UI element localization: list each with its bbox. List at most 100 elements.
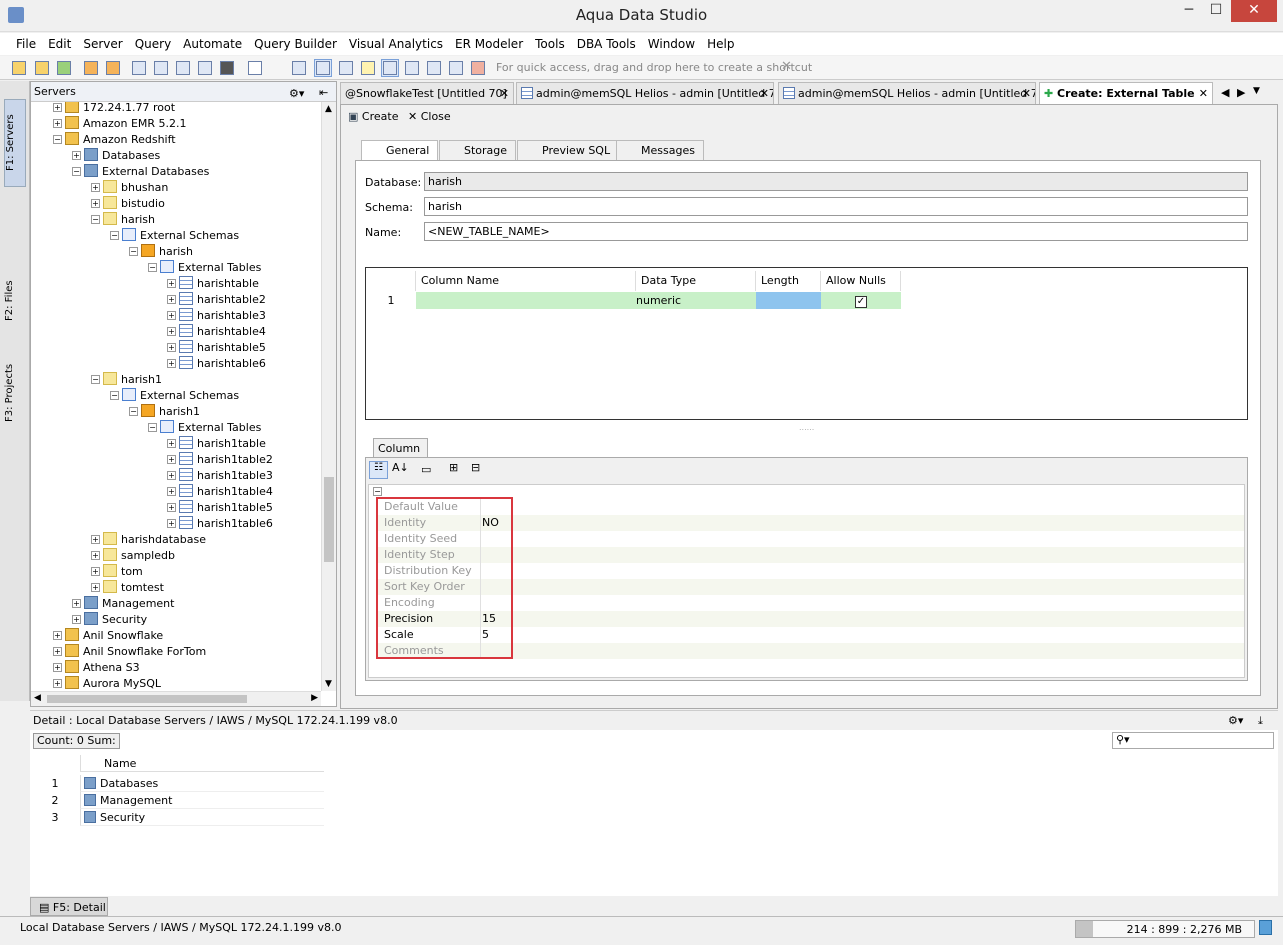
subtab-preview-sql[interactable]: Preview SQL xyxy=(517,140,620,160)
tab-list-icon[interactable]: ▼ xyxy=(1253,86,1260,96)
collapse-icon[interactable]: ⇤ xyxy=(319,83,328,103)
close-tab-icon[interactable]: ✕ xyxy=(1199,83,1208,104)
tree-node[interactable]: + Amazon EMR 5.2.1 xyxy=(53,116,187,132)
collapse-icon[interactable]: − xyxy=(129,407,138,416)
tree-node[interactable]: − Amazon Redshift xyxy=(53,132,176,148)
detail-row[interactable]: Security xyxy=(80,809,324,826)
expand-icon[interactable]: + xyxy=(167,503,176,512)
tab-prev-icon[interactable]: ◀ xyxy=(1221,86,1229,99)
search-icon[interactable] xyxy=(130,59,148,77)
menu-query-builder[interactable]: Query Builder xyxy=(248,33,343,55)
tree-node[interactable]: − External Databases xyxy=(72,164,209,180)
expand-icon[interactable]: + xyxy=(167,487,176,496)
tree-node[interactable]: + Aurora MySQL xyxy=(53,676,161,690)
tree-node[interactable]: + sampledb xyxy=(91,548,175,564)
collapse-icon[interactable]: − xyxy=(129,247,138,256)
tree-node[interactable]: + harishtable xyxy=(167,276,259,292)
expand-icon[interactable]: + xyxy=(91,199,100,208)
gear-icon[interactable]: ⚙▾ xyxy=(1228,711,1243,731)
tree-node[interactable]: + harishtable4 xyxy=(167,324,266,340)
tab-memsql-71[interactable]: admin@memSQL Helios - admin [Untitled 71… xyxy=(516,82,774,104)
register-server-icon[interactable] xyxy=(33,59,51,77)
tab-projects[interactable]: F3: Projects xyxy=(4,353,26,433)
expand-icon[interactable]: + xyxy=(91,535,100,544)
tab-detail[interactable]: ▤ F5: Detail xyxy=(30,897,108,916)
menu-automate[interactable]: Automate xyxy=(177,33,248,55)
cascade-icon[interactable] xyxy=(359,59,377,77)
tree-node[interactable]: +172.24.1.77 root xyxy=(53,102,175,116)
expand-icon[interactable]: + xyxy=(167,279,176,288)
close-tab-icon[interactable]: ✕ xyxy=(1022,83,1031,104)
expand-icon[interactable]: + xyxy=(167,359,176,368)
schema-field[interactable]: harish xyxy=(424,197,1248,216)
sort-az-icon[interactable]: A↓ xyxy=(392,461,409,474)
collapse-icon[interactable]: − xyxy=(53,135,62,144)
expand-icon[interactable]: + xyxy=(167,311,176,320)
expand-icon[interactable]: + xyxy=(167,519,176,528)
maximize-button[interactable]: ☐ xyxy=(1203,0,1229,22)
expand-icon[interactable]: + xyxy=(53,663,62,672)
menu-edit[interactable]: Edit xyxy=(42,33,77,55)
collapse-icon[interactable]: − xyxy=(110,231,119,240)
expand-all-icon[interactable]: ⊞ xyxy=(449,461,458,474)
name-field[interactable]: <NEW_TABLE_NAME> xyxy=(424,222,1248,241)
expand-icon[interactable]: + xyxy=(72,615,81,624)
tree-node[interactable]: − External Tables xyxy=(148,420,261,436)
collapse-icon[interactable]: − xyxy=(148,423,157,432)
tree-node[interactable]: − harish1 xyxy=(129,404,200,420)
grid-header-column-name[interactable]: Column Name xyxy=(416,271,636,291)
tree-node[interactable]: + bhushan xyxy=(91,180,168,196)
close-button[interactable]: ✕ Close xyxy=(408,110,451,123)
collapse-icon[interactable]: − xyxy=(148,263,157,272)
expand-icon[interactable]: + xyxy=(53,631,62,640)
query-window-icon[interactable] xyxy=(104,59,122,77)
detail-search-input[interactable]: ⚲▾ xyxy=(1112,732,1274,749)
subtab-general[interactable]: General xyxy=(361,140,439,160)
scroll-down-icon[interactable]: ▼ xyxy=(325,679,332,689)
cell-allow-nulls[interactable]: ✓ xyxy=(821,292,901,309)
tree-node[interactable]: + tomtest xyxy=(91,580,164,596)
database-field[interactable]: harish xyxy=(424,172,1248,191)
trash-icon[interactable] xyxy=(1259,920,1272,935)
grid-header-data-type[interactable]: Data Type xyxy=(636,271,756,291)
split-icon[interactable] xyxy=(425,59,443,77)
tree-node[interactable]: + tom xyxy=(91,564,143,580)
tree-node[interactable]: + bistudio xyxy=(91,196,165,212)
tree-horizontal-scrollbar[interactable]: ◀ ▶ xyxy=(31,691,321,706)
expand-icon[interactable]: + xyxy=(53,103,62,112)
tab-snowflaketest[interactable]: @SnowflakeTest [Untitled 70] ✕ xyxy=(340,82,514,104)
tree-node[interactable]: − harish xyxy=(129,244,193,260)
tree-vertical-scrollbar[interactable]: ▲ ▼ xyxy=(321,102,336,691)
chart-icon[interactable] xyxy=(469,59,487,77)
tree-node[interactable]: − External Schemas xyxy=(110,228,239,244)
document-icon[interactable] xyxy=(246,59,264,77)
detail-row[interactable]: Management xyxy=(80,792,324,809)
tab-memsql-72[interactable]: admin@memSQL Helios - admin [Untitled 72… xyxy=(778,82,1036,104)
create-button[interactable]: ▣ Create xyxy=(348,110,398,123)
close-window-button[interactable]: ✕ xyxy=(1231,0,1277,22)
tree-node[interactable]: − harish1 xyxy=(91,372,162,388)
menu-file[interactable]: File xyxy=(10,33,42,55)
expand-icon[interactable]: + xyxy=(72,599,81,608)
cell-data-type[interactable]: numeric xyxy=(636,292,756,309)
scroll-left-icon[interactable]: ◀ xyxy=(34,693,41,703)
expand-icon[interactable]: + xyxy=(167,455,176,464)
tree-node[interactable]: + harishtable3 xyxy=(167,308,266,324)
tree-node[interactable]: + harishtable6 xyxy=(167,356,266,372)
grid-header-allow-nulls[interactable]: Allow Nulls xyxy=(821,271,901,291)
query-icon[interactable] xyxy=(82,59,100,77)
subtab-storage[interactable]: Storage xyxy=(439,140,517,160)
expand-icon[interactable]: + xyxy=(53,679,62,688)
expand-icon[interactable]: + xyxy=(91,183,100,192)
window-icon[interactable] xyxy=(447,59,465,77)
tree-node[interactable]: + harishtable2 xyxy=(167,292,266,308)
tree-node[interactable]: + harishtable5 xyxy=(167,340,266,356)
categorized-icon[interactable]: ☷ xyxy=(369,461,388,479)
column-tab[interactable]: Column xyxy=(373,438,428,457)
expand-icon[interactable]: + xyxy=(167,439,176,448)
schema-compare-icon[interactable] xyxy=(196,59,214,77)
minimize-panel-icon[interactable]: ⤓ xyxy=(1258,711,1263,731)
collapse-icon[interactable]: − xyxy=(110,391,119,400)
tree-node[interactable]: + Security xyxy=(72,612,147,628)
scroll-right-icon[interactable]: ▶ xyxy=(311,693,318,703)
